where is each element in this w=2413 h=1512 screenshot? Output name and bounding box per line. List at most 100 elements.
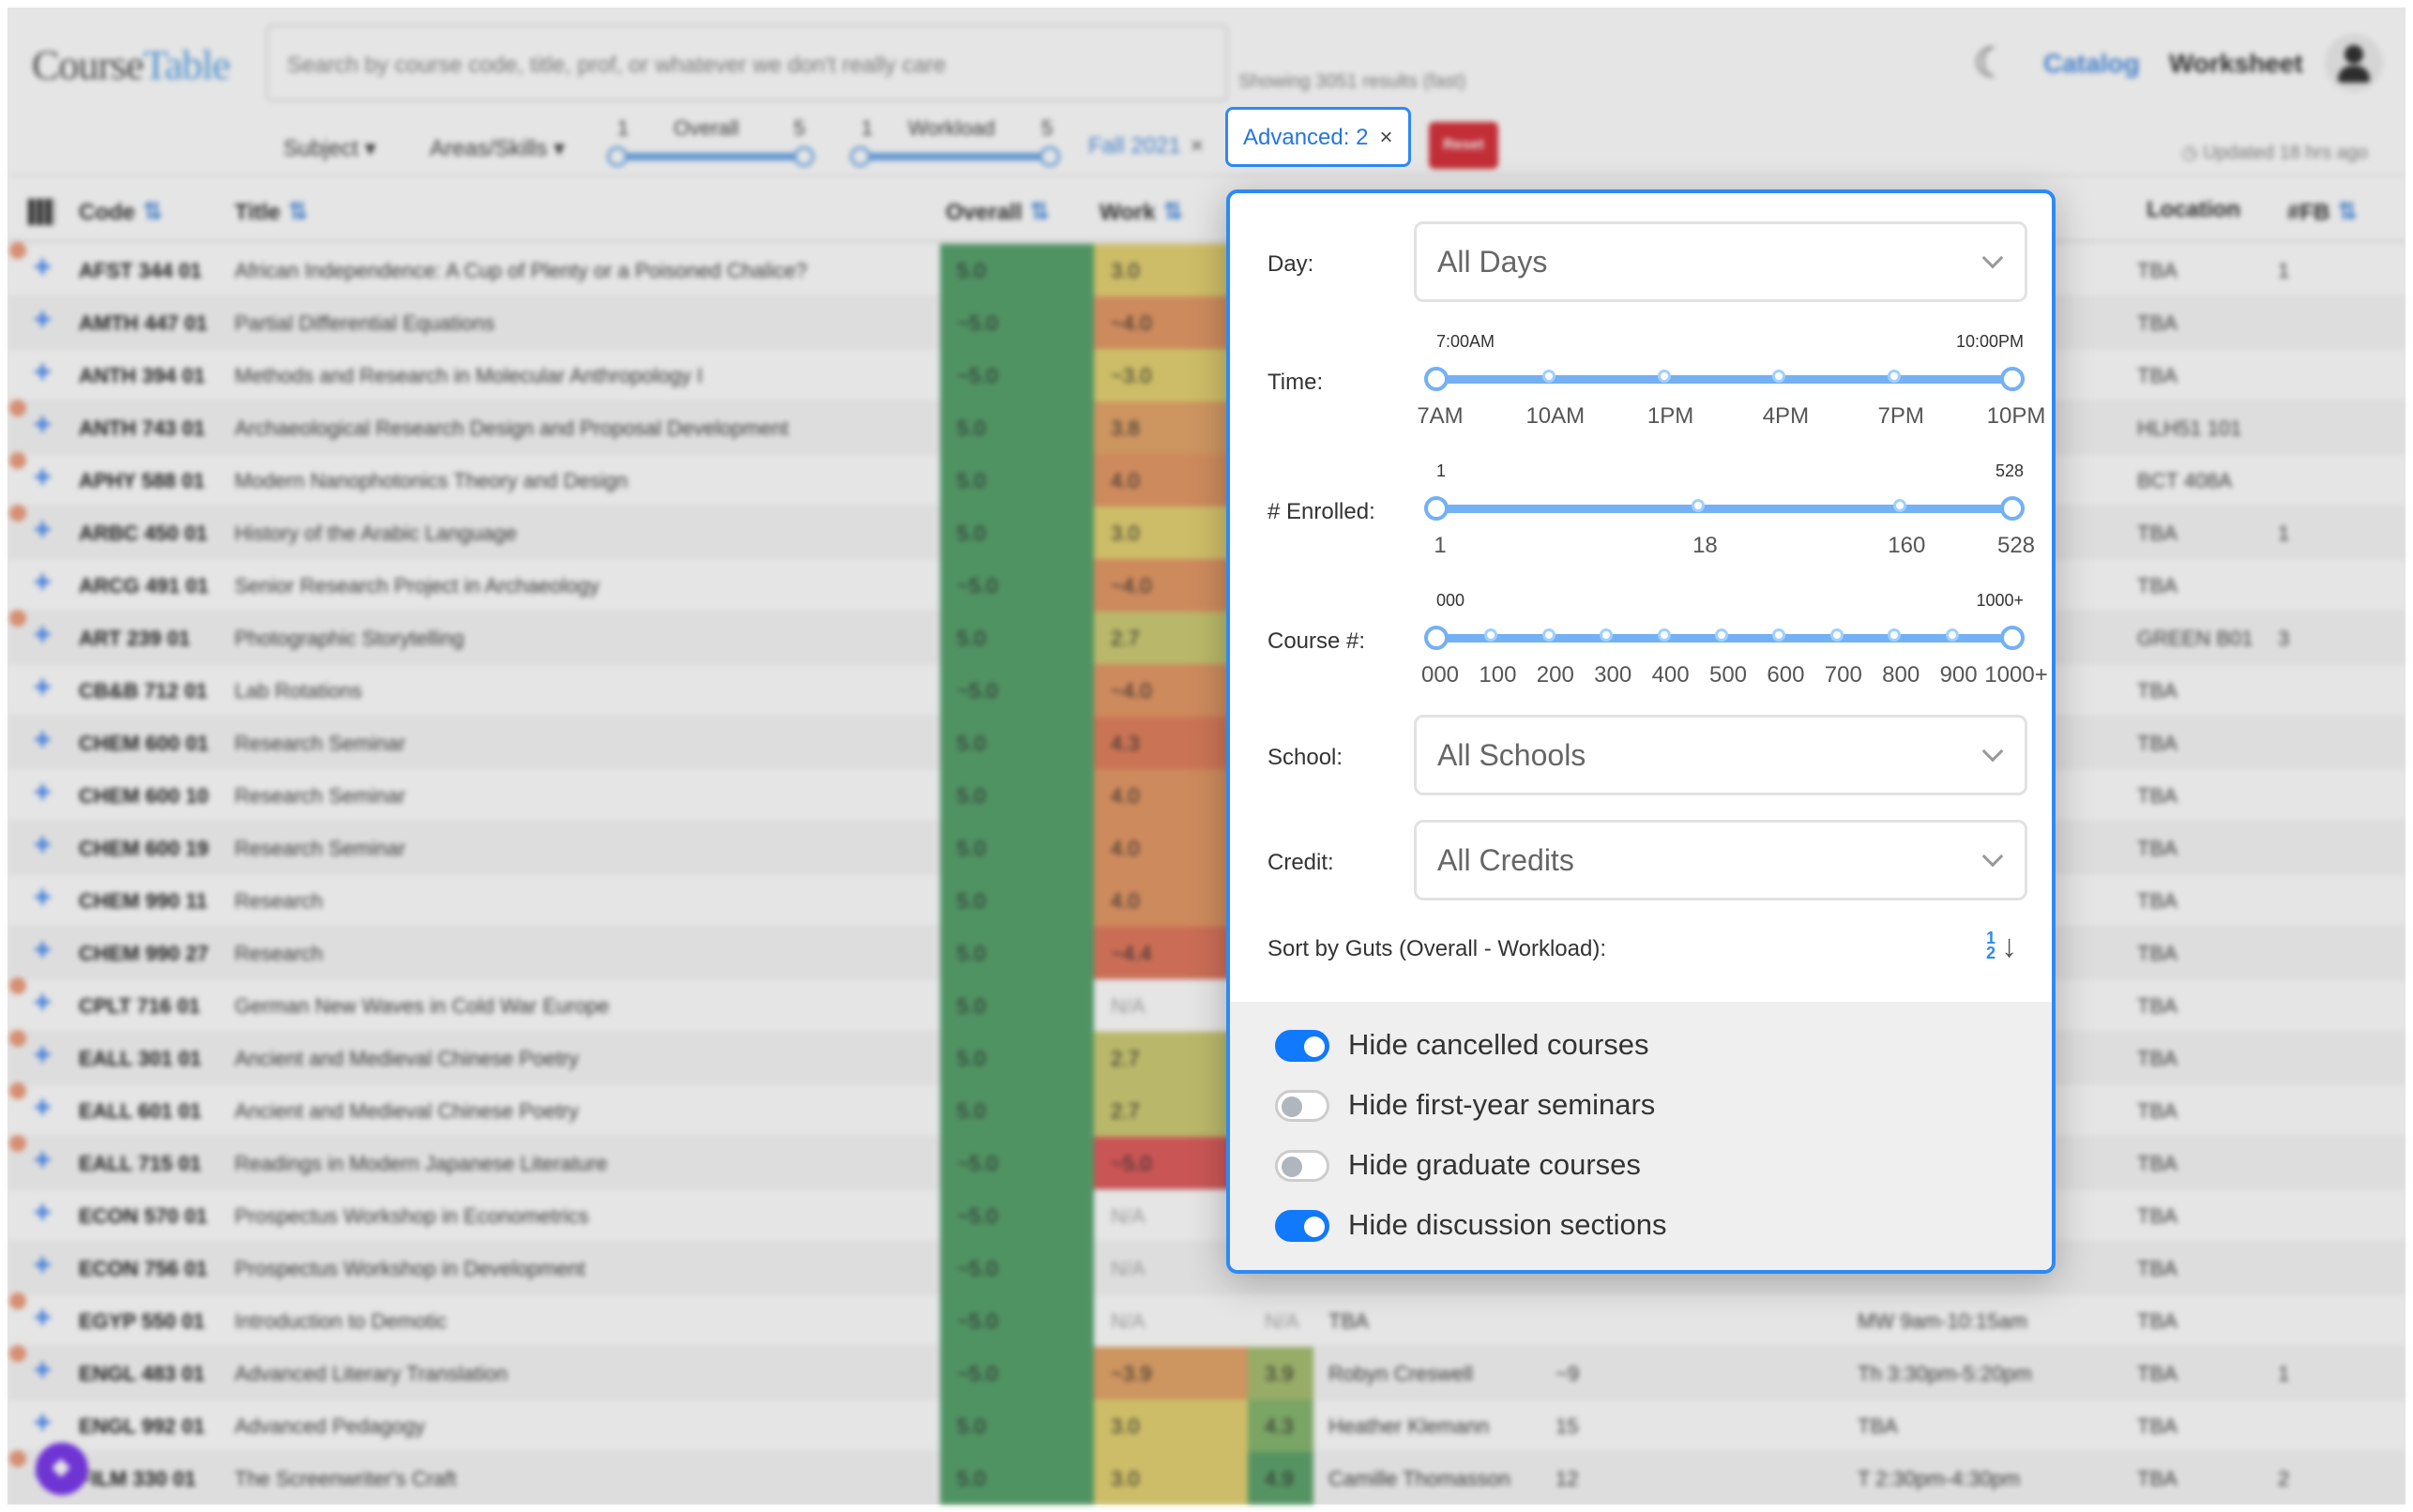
overall-min-handle[interactable]: [607, 146, 628, 167]
search-input[interactable]: Search by course code, title, prof, or w…: [266, 24, 1228, 101]
overall-rating: 5.0: [940, 244, 1094, 296]
friend-indicator-icon: [9, 1293, 26, 1309]
school-select[interactable]: All Schools: [1414, 715, 2027, 795]
slider-mark-label: 4PM: [1762, 403, 1810, 429]
table-row[interactable]: + EGYP 550 01 Introduction to Demotic ~5.0 N…: [8, 1293, 2405, 1347]
slider-mark-label: 400: [1651, 662, 1690, 688]
course-title: Research: [235, 889, 324, 913]
subject-dropdown[interactable]: Subject ▾: [283, 135, 376, 162]
toggle-switch[interactable]: [1275, 1030, 1329, 1062]
header-title[interactable]: Title ⇅: [235, 197, 309, 226]
slider-max-handle[interactable]: [2000, 626, 2025, 650]
header-code[interactable]: Code ⇅: [79, 197, 163, 226]
add-to-worksheet-icon[interactable]: +: [34, 1142, 52, 1177]
add-to-worksheet-icon[interactable]: +: [34, 1353, 52, 1387]
course-code: CPLT 716 01: [79, 994, 201, 1018]
add-to-worksheet-icon[interactable]: +: [34, 565, 52, 599]
course-code: CHEM 600 19: [79, 837, 209, 860]
slider-max-value: 10:00PM: [1955, 332, 2024, 351]
overall-range-slider[interactable]: [617, 153, 805, 160]
add-to-worksheet-icon[interactable]: +: [34, 512, 52, 547]
slider-mark-label: 100: [1479, 662, 1517, 688]
user-avatar-icon[interactable]: [2325, 34, 2383, 92]
chat-widget-icon[interactable]: [36, 1443, 88, 1495]
sort-icon: ⇅: [287, 197, 309, 225]
slider-min-handle[interactable]: [1424, 496, 1449, 521]
add-to-worksheet-icon[interactable]: +: [34, 722, 52, 757]
column-toggle-grid-icon[interactable]: [28, 199, 54, 225]
header-work[interactable]: Work ⇅: [1100, 197, 1183, 226]
slider-track[interactable]: [1436, 375, 2012, 384]
toggle-switch[interactable]: [1275, 1090, 1329, 1122]
add-to-worksheet-icon[interactable]: +: [34, 1247, 52, 1282]
season-remove-icon[interactable]: ×: [1191, 133, 1204, 159]
workload-min-handle[interactable]: [850, 146, 871, 167]
friend-indicator-icon: [9, 1082, 26, 1099]
slider-max-value: 1000+: [1976, 591, 2024, 610]
add-to-worksheet-icon[interactable]: +: [34, 827, 52, 862]
workload-max-handle[interactable]: [1040, 146, 1060, 167]
table-row[interactable]: + ENGL 992 01 Advanced Pedagogy 5.0 3.0 4.3 He…: [8, 1399, 2405, 1452]
location: TBA: [2137, 1099, 2178, 1123]
nav-catalog-link[interactable]: Catalog: [2043, 49, 2140, 79]
table-row[interactable]: + ENGL 483 01 Advanced Literary Translatio…: [8, 1345, 2405, 1399]
add-to-worksheet-icon[interactable]: +: [34, 932, 52, 967]
sort-numeric-down-icon[interactable]: 1 2 ↓: [1986, 930, 2017, 962]
workload-rating: 4.3: [1094, 717, 1248, 769]
slider-min-handle[interactable]: [1424, 626, 1449, 650]
slider-min-handle[interactable]: [1424, 367, 1449, 391]
add-to-worksheet-icon[interactable]: +: [34, 407, 52, 442]
workload-min-label: 1: [861, 116, 873, 140]
slider-tick-dot: [1657, 628, 1671, 642]
add-to-worksheet-icon[interactable]: +: [34, 302, 52, 337]
header-overall[interactable]: Overall ⇅: [946, 197, 1050, 226]
course-title: African Independence: A Cup of Plenty or…: [235, 259, 808, 282]
workload-rating: ~4.4: [1094, 927, 1248, 979]
add-to-worksheet-icon[interactable]: +: [34, 617, 52, 652]
add-to-worksheet-icon[interactable]: +: [34, 985, 52, 1020]
add-to-worksheet-icon[interactable]: +: [34, 1037, 52, 1072]
reset-button[interactable]: Reset: [1429, 122, 1498, 169]
add-to-worksheet-icon[interactable]: +: [34, 249, 52, 284]
table-row[interactable]: +FILM 330 01The Screenwriter's Craft5.03…: [8, 1450, 2405, 1504]
header-location[interactable]: Location: [2147, 197, 2240, 223]
add-to-worksheet-icon[interactable]: +: [34, 1090, 52, 1125]
areas-skills-dropdown[interactable]: Areas/Skills ▾: [430, 135, 565, 162]
advanced-remove-icon[interactable]: ×: [1379, 125, 1392, 150]
toggle-knob: [1304, 1036, 1325, 1057]
course-title: Methods and Research in Molecular Anthro…: [235, 364, 703, 387]
add-to-worksheet-icon[interactable]: +: [34, 460, 52, 494]
add-to-worksheet-icon[interactable]: +: [34, 355, 52, 389]
friends-count: 3: [2278, 627, 2290, 650]
nav-worksheet-link[interactable]: Worksheet: [2169, 49, 2303, 79]
course-code: EGYP 550 01: [79, 1309, 205, 1333]
header-fb[interactable]: #FB ⇅: [2287, 197, 2358, 226]
location: TBA: [2137, 942, 2178, 965]
logo[interactable]: CourseTable: [32, 41, 231, 89]
toggle-switch[interactable]: [1275, 1210, 1329, 1242]
add-to-worksheet-icon[interactable]: +: [34, 1300, 52, 1335]
slider-max-handle[interactable]: [2000, 496, 2025, 521]
dark-mode-moon-icon[interactable]: ☾: [1973, 39, 2010, 87]
slider-track[interactable]: [1436, 505, 2012, 513]
credit-select[interactable]: All Credits: [1414, 820, 2027, 900]
add-to-worksheet-icon[interactable]: +: [34, 880, 52, 915]
add-to-worksheet-icon[interactable]: +: [34, 670, 52, 704]
professor-name: Robyn Creswell: [1328, 1362, 1474, 1385]
season-chip[interactable]: Fall 2021 ×: [1088, 133, 1204, 159]
slider-tick-dot: [1541, 370, 1556, 383]
add-to-worksheet-icon[interactable]: +: [34, 1405, 52, 1440]
overall-rating: ~5.0: [940, 296, 1094, 349]
day-select[interactable]: All Days: [1414, 221, 2027, 302]
add-to-worksheet-icon[interactable]: +: [34, 1195, 52, 1230]
overall-rating: ~5.0: [940, 1242, 1094, 1294]
workload-range-slider[interactable]: [861, 153, 1049, 160]
workload-rating: 4.0: [1094, 822, 1248, 874]
sort-icon: ⇅: [1162, 197, 1184, 225]
add-to-worksheet-icon[interactable]: +: [34, 775, 52, 809]
toggle-switch[interactable]: [1275, 1150, 1329, 1182]
guts-sort-label: Sort by Guts (Overall - Workload):: [1267, 936, 1606, 961]
overall-max-handle[interactable]: [794, 146, 814, 167]
advanced-filter-chip[interactable]: Advanced: 2 ×: [1225, 107, 1411, 167]
slider-max-handle[interactable]: [2000, 367, 2025, 391]
